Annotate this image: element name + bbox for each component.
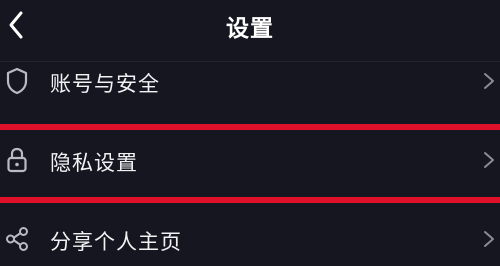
page-title: 设置	[226, 16, 274, 42]
lock-icon	[3, 146, 31, 174]
chevron-right-icon	[484, 231, 494, 247]
chevron-right-icon	[484, 73, 494, 89]
settings-item-label: 分享个人主页	[50, 230, 182, 254]
settings-item-account-security[interactable]: 账号与安全	[0, 57, 500, 105]
shield-icon	[3, 67, 31, 95]
settings-item-label: 账号与安全	[50, 72, 160, 96]
settings-item-share-profile[interactable]: 分享个人主页	[0, 215, 500, 263]
highlight-line-top	[0, 124, 500, 130]
header-bar: 设置	[0, 0, 500, 56]
chevron-right-icon	[484, 152, 494, 168]
settings-item-label: 隐私设置	[50, 151, 138, 175]
share-icon	[3, 225, 31, 253]
highlight-line-bottom	[0, 197, 500, 203]
settings-item-privacy[interactable]: 隐私设置	[0, 136, 500, 184]
